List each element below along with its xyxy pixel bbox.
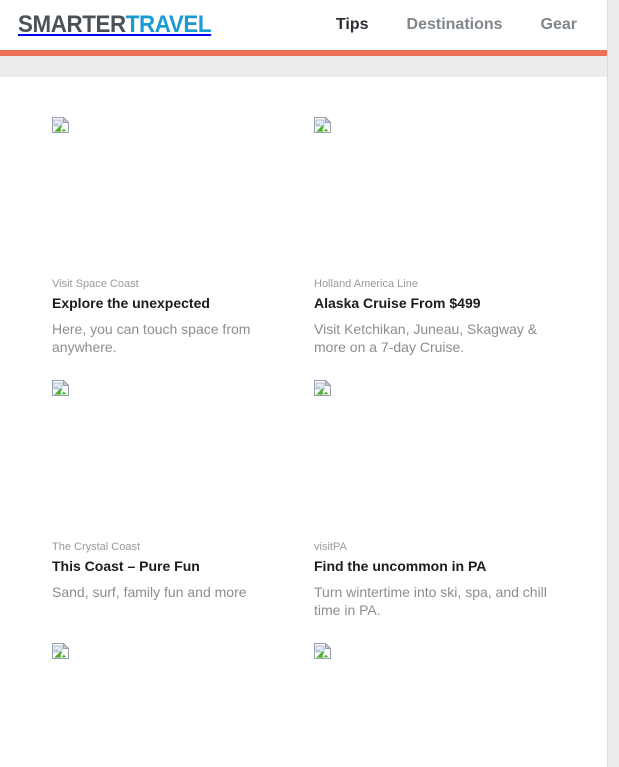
card-title[interactable]: This Coast – Pure Fun: [52, 557, 302, 575]
card-image[interactable]: [314, 380, 564, 540]
broken-image-icon: [52, 117, 69, 133]
card-body: The Crystal Coast This Coast – Pure Fun …: [52, 540, 302, 601]
main-content: Visit Space Coast Explore the unexpected…: [0, 77, 607, 767]
card-image[interactable]: [314, 643, 564, 767]
card-item[interactable]: visitPA Find the uncommon in PA Turn win…: [314, 380, 564, 619]
row-spacer: [52, 619, 576, 643]
nav-item-gear[interactable]: Gear: [541, 17, 577, 33]
site-logo[interactable]: SMARTERTRAVEL: [18, 11, 212, 38]
card-title[interactable]: Explore the unexpected: [52, 294, 302, 312]
card-description: Here, you can touch space from anywhere.: [52, 321, 251, 355]
card-source-label: The Crystal Coast: [52, 541, 141, 553]
card-description: Turn wintertime into ski, spa, and chill…: [314, 584, 547, 618]
broken-image-icon: [52, 643, 69, 659]
card-item[interactable]: The Crystal Coast This Coast – Pure Fun …: [52, 380, 302, 619]
row-spacer: [52, 356, 576, 380]
page-right-gutter: [607, 0, 619, 767]
card-item[interactable]: [314, 643, 564, 767]
primary-navigation: Tips Destinations Gear: [336, 17, 577, 33]
site-header: SMARTERTRAVEL Tips Destinations Gear: [0, 0, 607, 50]
card-title[interactable]: Find the uncommon in PA: [314, 557, 564, 575]
card-title[interactable]: Alaska Cruise From $499: [314, 294, 564, 312]
card-source-label: visitPA: [314, 541, 347, 553]
card-body: Holland America Line Alaska Cruise From …: [314, 277, 564, 356]
sub-header-band: [0, 56, 607, 77]
card-description: Visit Ketchikan, Juneau, Skagway & more …: [314, 321, 538, 355]
nav-item-destinations[interactable]: Destinations: [407, 17, 503, 33]
nav-item-tips[interactable]: Tips: [336, 17, 369, 33]
card-body: Visit Space Coast Explore the unexpected…: [52, 277, 302, 356]
broken-image-icon: [314, 380, 331, 396]
card-body: visitPA Find the uncommon in PA Turn win…: [314, 540, 564, 619]
card-image[interactable]: [52, 380, 302, 540]
broken-image-icon: [52, 380, 69, 396]
card-source-label: Holland America Line: [314, 278, 418, 290]
card-item[interactable]: [52, 643, 302, 767]
card-item[interactable]: Holland America Line Alaska Cruise From …: [314, 117, 564, 356]
card-item[interactable]: Visit Space Coast Explore the unexpected…: [52, 117, 302, 356]
logo-text-smarter: SMARTER: [18, 11, 126, 38]
page-container: SMARTERTRAVEL Tips Destinations Gear Vis…: [0, 0, 607, 767]
card-image[interactable]: [52, 643, 302, 767]
broken-image-icon: [314, 643, 331, 659]
broken-image-icon: [314, 117, 331, 133]
card-source-label: Visit Space Coast: [52, 278, 139, 290]
card-image[interactable]: [52, 117, 302, 277]
card-image[interactable]: [314, 117, 564, 277]
logo-text-travel: TRAVEL: [125, 11, 212, 38]
sponsored-card-grid: Visit Space Coast Explore the unexpected…: [0, 117, 607, 767]
card-description: Sand, surf, family fun and more: [52, 584, 247, 600]
